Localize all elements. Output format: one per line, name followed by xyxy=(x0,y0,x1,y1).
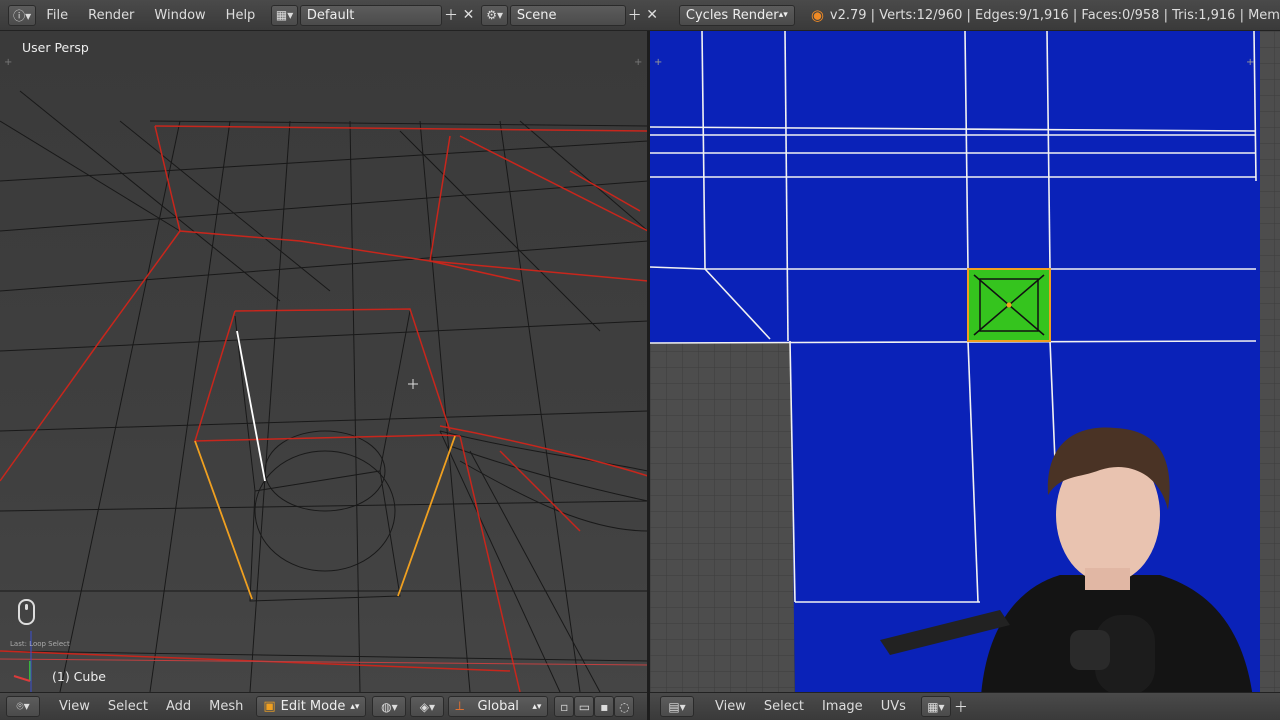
screen-layout-icon[interactable]: ▦▾ xyxy=(271,4,298,26)
menu-select[interactable]: Select xyxy=(755,699,813,714)
view-perspective-label: User Persp xyxy=(22,40,89,55)
menu-mesh[interactable]: Mesh xyxy=(200,699,252,714)
menu-add[interactable]: Add xyxy=(157,699,200,714)
chevron-updown-icon: ▴▾ xyxy=(350,701,360,712)
viewport-shading-icon[interactable]: ◍▾ xyxy=(372,696,407,717)
edit-mode-icon: ▣ xyxy=(263,699,276,714)
menu-view[interactable]: View xyxy=(706,699,755,714)
blender-logo-icon: ◉ xyxy=(810,6,824,24)
scene-field[interactable]: Scene xyxy=(509,4,626,26)
3d-viewport[interactable]: User Persp Last: Loop Select (1) Cube + … xyxy=(0,31,648,692)
occlude-geometry-icon[interactable]: ◌ xyxy=(614,696,635,717)
mode-select[interactable]: ▣ Edit Mode ▴▾ xyxy=(256,696,367,717)
menu-help[interactable]: Help xyxy=(216,8,266,23)
menu-file[interactable]: File xyxy=(36,8,78,23)
menu-image[interactable]: Image xyxy=(813,699,872,714)
area-corner-icon[interactable]: + xyxy=(1246,57,1254,68)
delete-layout-icon[interactable]: ✕ xyxy=(460,6,478,25)
render-engine-select[interactable]: Cycles Render ▴▾ xyxy=(678,4,795,26)
pivot-point-icon[interactable]: ◈▾ xyxy=(410,696,445,717)
wireframe-mesh xyxy=(0,90,648,692)
info-header: ⓘ▾ File Render Window Help ▦▾ Default ＋ … xyxy=(0,0,1280,31)
manipulator-icon: ⟂ xyxy=(455,699,465,714)
3d-view-header: ⌾▾ View Select Add Mesh ▣ Edit Mode ▴▾ ◍… xyxy=(0,692,647,720)
editor-type-icon[interactable]: ▤▾ xyxy=(660,696,694,717)
transform-orientation-select[interactable]: ⟂ Global ▴▾ xyxy=(448,696,549,717)
active-object-label: (1) Cube xyxy=(52,669,106,684)
mode-label: Edit Mode xyxy=(280,699,346,714)
area-corner-icon[interactable]: + xyxy=(634,57,642,68)
image-browse-icon[interactable]: ▦▾ xyxy=(920,696,951,717)
screen-layout-field[interactable]: Default xyxy=(299,4,443,26)
uv-layout xyxy=(650,31,1280,692)
menu-window[interactable]: Window xyxy=(144,8,215,23)
scene-stats: v2.79 | Verts:12/960 | Edges:9/1,916 | F… xyxy=(829,7,1280,23)
delete-scene-icon[interactable]: ✕ xyxy=(643,6,661,25)
scene-icon[interactable]: ⚙▾ xyxy=(481,4,508,26)
chevron-updown-icon: ▴▾ xyxy=(778,10,788,20)
editor-type-icon[interactable]: ⌾▾ xyxy=(6,696,40,717)
render-engine-label: Cycles Render xyxy=(685,7,779,23)
add-image-icon[interactable]: ＋ xyxy=(951,697,971,716)
uv-editor-header: ▤▾ View Select Image UVs ▦▾ ＋ xyxy=(650,692,1280,720)
menu-render[interactable]: Render xyxy=(78,8,144,23)
last-operator-label: Last: Loop Select xyxy=(10,640,70,648)
menu-view[interactable]: View xyxy=(50,699,99,714)
area-corner-icon[interactable]: + xyxy=(654,57,662,68)
edge-select-icon[interactable]: ▭ xyxy=(574,696,595,717)
info-editor-type-button[interactable]: ⓘ▾ xyxy=(8,4,37,26)
add-layout-icon[interactable]: ＋ xyxy=(442,6,460,25)
mouse-icon xyxy=(18,599,35,625)
area-corner-icon[interactable]: + xyxy=(4,57,12,68)
add-scene-icon[interactable]: ＋ xyxy=(626,6,644,25)
vertex-select-icon[interactable]: ▫ xyxy=(554,696,575,717)
menu-uvs[interactable]: UVs xyxy=(872,699,915,714)
uv-image-editor[interactable]: + + xyxy=(650,31,1280,692)
menu-select[interactable]: Select xyxy=(99,699,157,714)
orientation-label: Global xyxy=(477,699,519,714)
face-select-icon[interactable]: ▪ xyxy=(594,696,615,717)
chevron-updown-icon: ▴▾ xyxy=(532,701,542,712)
